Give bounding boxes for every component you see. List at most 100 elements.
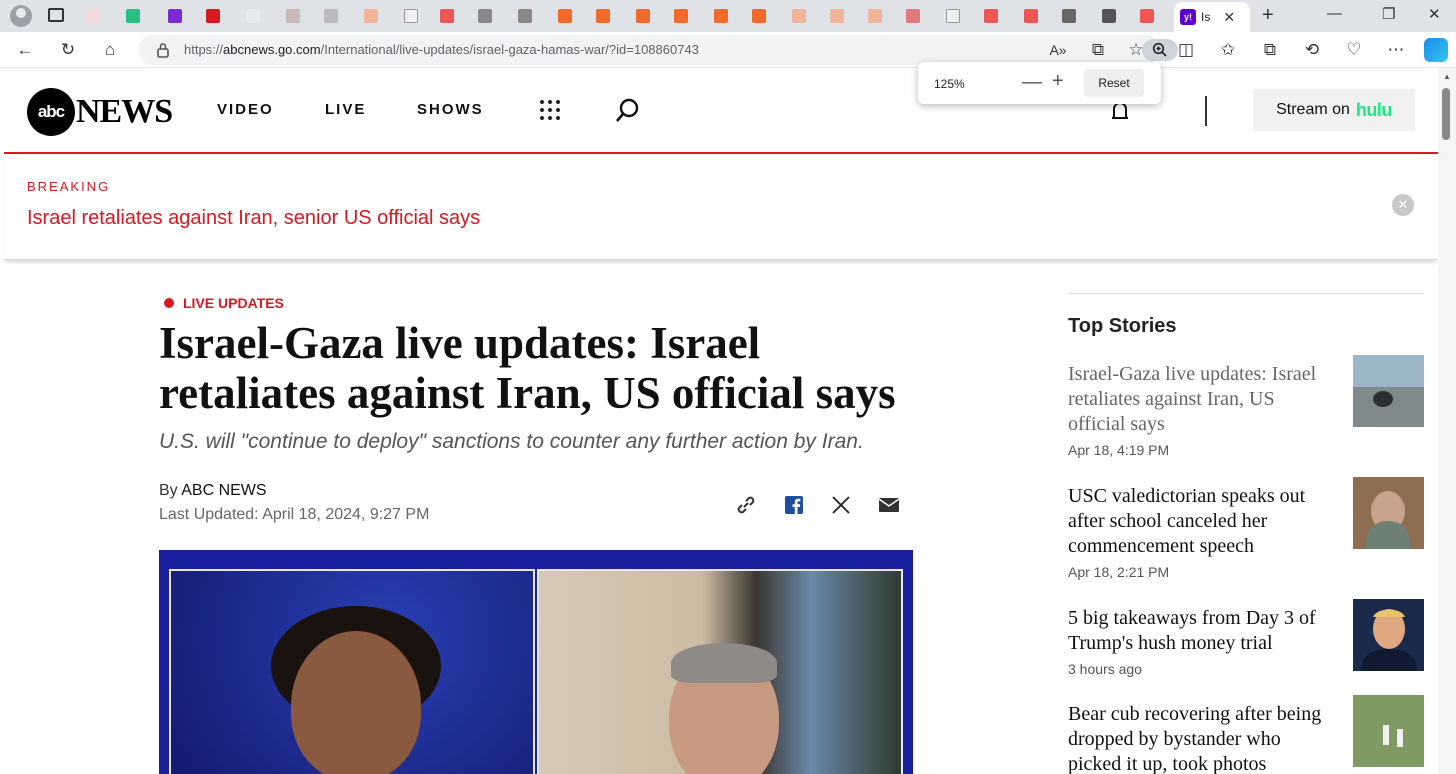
tab[interactable]: [1102, 4, 1116, 28]
tab[interactable]: [830, 4, 844, 28]
nav-live[interactable]: LIVE: [325, 101, 366, 118]
profile-icon[interactable]: [10, 5, 32, 27]
x-twitter-icon[interactable]: [829, 493, 853, 517]
story-thumbnail[interactable]: [1353, 599, 1424, 671]
copy-link-icon[interactable]: [734, 493, 758, 517]
tab[interactable]: [636, 4, 650, 28]
story-title[interactable]: Bear cub recovering after being dropped …: [1068, 702, 1336, 774]
story-date: Apr 18, 2:21 PM: [1068, 564, 1170, 580]
story-thumbnail[interactable]: [1353, 477, 1424, 549]
story-title[interactable]: USC valedictorian speaks out after schoo…: [1068, 484, 1336, 559]
zoom-in-icon[interactable]: +: [1052, 70, 1064, 93]
top-story-item[interactable]: Bear cub recovering after being dropped …: [1068, 695, 1424, 774]
top-stories-heading: Top Stories: [1068, 315, 1177, 337]
minimize-icon[interactable]: —: [1327, 5, 1342, 22]
hulu-logo: hulu: [1355, 99, 1393, 120]
favorites-icon[interactable]: ✩: [1216, 38, 1240, 62]
live-tag-label: LIVE UPDATES: [183, 295, 284, 311]
tab[interactable]: [1140, 4, 1154, 28]
tab[interactable]: [868, 4, 882, 28]
tab[interactable]: [126, 4, 140, 28]
tab[interactable]: [714, 4, 728, 28]
tab[interactable]: [478, 4, 492, 28]
tab[interactable]: [946, 4, 960, 28]
tab[interactable]: [206, 4, 220, 28]
stream-on-hulu-button[interactable]: Stream on hulu: [1253, 89, 1415, 131]
more-menu-icon[interactable]: ⋯: [1384, 38, 1408, 62]
tab[interactable]: [984, 4, 998, 28]
restore-icon[interactable]: ❐: [1382, 5, 1395, 23]
abc-news-logo[interactable]: abc NEWS: [27, 88, 173, 136]
story-title[interactable]: 5 big takeaways from Day 3 of Trump's hu…: [1068, 606, 1336, 656]
nav-shows[interactable]: SHOWS: [417, 101, 484, 118]
tab-strip: y! Is ✕ + — ❐ ✕: [0, 0, 1456, 32]
anchor-video-panel: [169, 569, 535, 774]
tab[interactable]: [404, 4, 418, 28]
scroll-up-icon[interactable]: ▲: [1443, 72, 1451, 81]
tab[interactable]: [86, 4, 100, 28]
story-thumbnail[interactable]: [1353, 355, 1424, 427]
copilot-icon[interactable]: [1424, 38, 1448, 62]
breaking-headline[interactable]: Israel retaliates against Iran, senior U…: [27, 207, 480, 230]
grid-menu-icon[interactable]: [539, 99, 561, 121]
byline-prefix: By: [159, 482, 178, 499]
zoom-out-icon[interactable]: —: [1022, 71, 1042, 94]
tab[interactable]: [364, 4, 378, 28]
address-bar[interactable]: https://abcnews.go.com/International/liv…: [138, 35, 1178, 65]
history-icon[interactable]: ⟲: [1300, 38, 1324, 62]
tab[interactable]: [558, 4, 572, 28]
close-window-icon[interactable]: ✕: [1428, 5, 1441, 23]
tab[interactable]: [168, 4, 182, 28]
refresh-icon[interactable]: ↻: [56, 38, 80, 62]
article-title: Israel-Gaza live updates: Israel retalia…: [159, 318, 896, 418]
video-player[interactable]: [159, 550, 913, 774]
tab[interactable]: [752, 4, 766, 28]
new-tab-icon[interactable]: +: [1262, 4, 1274, 27]
top-story-item[interactable]: Israel-Gaza live updates: Israel retalia…: [1068, 355, 1424, 458]
author-link[interactable]: ABC NEWS: [181, 482, 266, 499]
top-story-item[interactable]: USC valedictorian speaks out after schoo…: [1068, 477, 1424, 580]
tab-active[interactable]: y! Is ✕: [1174, 2, 1250, 32]
url-text: https://abcnews.go.com/International/liv…: [184, 42, 699, 57]
home-icon[interactable]: ⌂: [98, 38, 122, 62]
tab-actions-icon[interactable]: [48, 8, 64, 22]
close-tab-icon[interactable]: ✕: [1223, 9, 1235, 26]
zoom-reset-button[interactable]: Reset: [1084, 69, 1144, 97]
active-tab-title: Is: [1201, 10, 1211, 24]
last-updated: Last Updated: April 18, 2024, 9:27 PM: [159, 506, 430, 523]
browser-essentials-icon[interactable]: ♡: [1342, 38, 1366, 62]
facebook-icon[interactable]: [782, 493, 806, 517]
close-banner-icon[interactable]: ✕: [1392, 194, 1414, 216]
tab[interactable]: [596, 4, 610, 28]
back-icon[interactable]: ←: [13, 38, 37, 62]
tab[interactable]: [792, 4, 806, 28]
scroll-thumb[interactable]: [1442, 88, 1450, 140]
split-screen-icon[interactable]: ◫: [1174, 38, 1198, 62]
tab[interactable]: [440, 4, 454, 28]
tab[interactable]: [1024, 4, 1038, 28]
logo-mark: abc: [27, 88, 75, 136]
header-divider: [1205, 96, 1207, 126]
collections-icon[interactable]: ⧉: [1258, 38, 1282, 62]
search-icon[interactable]: [615, 97, 641, 123]
tab[interactable]: [246, 4, 260, 28]
web-page: abc NEWS VIDEO LIVE SHOWS Stream on hulu…: [0, 68, 1438, 774]
email-icon[interactable]: [877, 493, 901, 517]
story-thumbnail[interactable]: [1353, 695, 1424, 767]
breaking-label: BREAKING: [27, 179, 111, 194]
tab[interactable]: [518, 4, 532, 28]
tab[interactable]: [674, 4, 688, 28]
favorite-star-icon[interactable]: ☆: [1124, 38, 1148, 62]
site-header: abc NEWS VIDEO LIVE SHOWS Stream on hulu: [0, 68, 1438, 154]
app-available-icon[interactable]: ⧉: [1086, 38, 1110, 62]
tab[interactable]: [906, 4, 920, 28]
nav-video[interactable]: VIDEO: [217, 101, 274, 118]
story-title[interactable]: Israel-Gaza live updates: Israel retalia…: [1068, 362, 1336, 437]
hulu-prefix: Stream on: [1276, 101, 1350, 118]
tab[interactable]: [1062, 4, 1076, 28]
read-aloud-icon[interactable]: A»: [1046, 38, 1070, 62]
page-scrollbar[interactable]: ▲: [1438, 68, 1456, 774]
tab[interactable]: [324, 4, 338, 28]
tab[interactable]: [286, 4, 300, 28]
top-story-item[interactable]: 5 big takeaways from Day 3 of Trump's hu…: [1068, 599, 1424, 677]
